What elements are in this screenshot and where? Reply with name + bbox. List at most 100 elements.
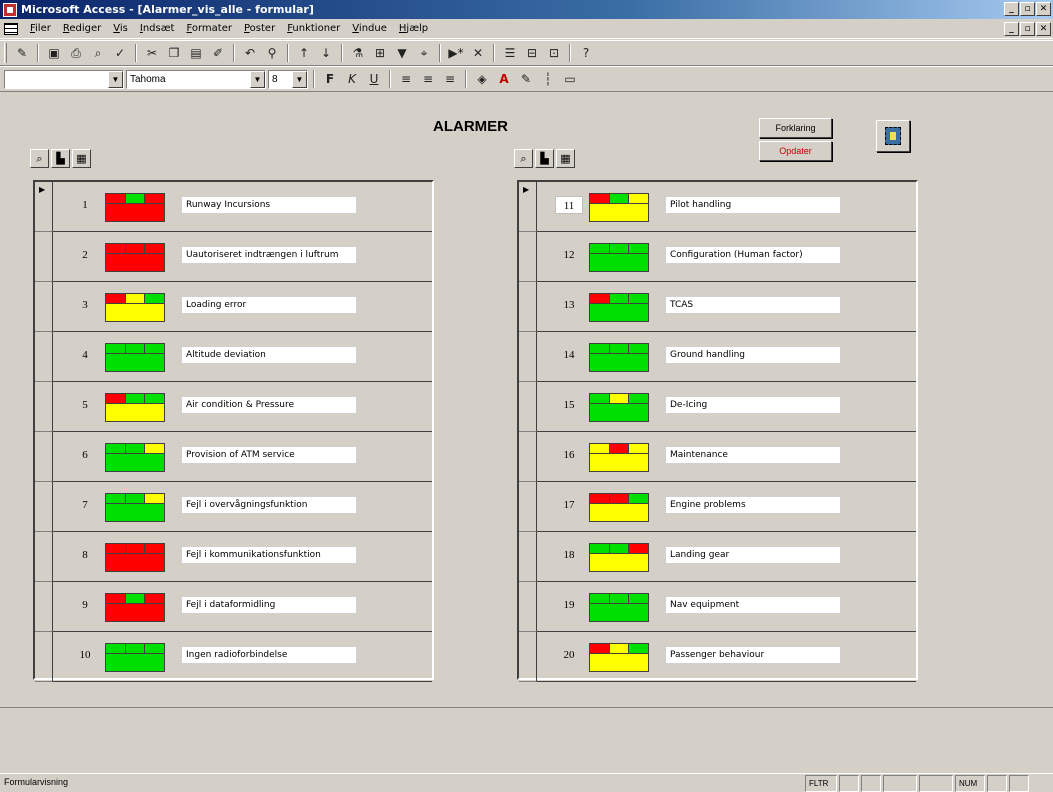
menu-filer[interactable]: Filer — [24, 23, 57, 34]
menu-hjaelp[interactable]: Hjælp — [393, 23, 434, 34]
record-selector[interactable] — [35, 482, 53, 532]
record-selector[interactable] — [35, 632, 53, 682]
chart-icon[interactable]: ▙ — [535, 149, 554, 168]
record-selector[interactable] — [519, 532, 537, 582]
alarm-label[interactable]: Altitude deviation — [181, 346, 357, 364]
table-icon[interactable]: ▦ — [72, 149, 91, 168]
object-combo[interactable]: ▼ — [4, 69, 124, 89]
alarm-row[interactable]: 11 Pilot handling — [519, 182, 916, 232]
search-icon[interactable]: ⌕ — [30, 149, 49, 168]
doc-minimize-button[interactable]: _ — [1004, 22, 1019, 36]
record-selector[interactable] — [35, 282, 53, 332]
alarm-label[interactable]: Fejl i overvågningsfunktion — [181, 496, 357, 514]
restore-button[interactable]: ▫ — [1020, 2, 1035, 16]
record-selector[interactable] — [35, 232, 53, 282]
sort-ascending-icon[interactable]: ↑ — [294, 43, 314, 63]
font-size-combo[interactable]: 8 ▼ — [268, 69, 308, 89]
help-icon[interactable]: ? — [576, 43, 596, 63]
exit-form-button[interactable] — [876, 120, 910, 152]
record-selector[interactable] — [519, 432, 537, 482]
alarm-row[interactable]: 12 Configuration (Human factor) — [519, 232, 916, 282]
alarm-row[interactable]: 5 Air condition & Pressure — [35, 382, 432, 432]
database-window-icon[interactable]: ⊟ — [522, 43, 542, 63]
hyperlink-icon[interactable]: ⚲ — [262, 43, 282, 63]
record-selector[interactable] — [519, 482, 537, 532]
fill-color-icon[interactable]: ◈ — [472, 69, 492, 89]
chart-icon[interactable]: ▙ — [51, 149, 70, 168]
copy-icon[interactable]: ❐ — [164, 43, 184, 63]
alarm-label[interactable]: Maintenance — [665, 446, 841, 464]
alarm-row[interactable]: 2 Uautoriseret indtrængen i luftrum — [35, 232, 432, 282]
alarm-row[interactable]: 16 Maintenance — [519, 432, 916, 482]
paste-icon[interactable]: ▤ — [186, 43, 206, 63]
underline-icon[interactable]: U — [364, 69, 384, 89]
record-selector[interactable] — [35, 582, 53, 632]
format-painter-icon[interactable]: ✐ — [208, 43, 228, 63]
search-icon[interactable]: ⌕ — [514, 149, 533, 168]
alarm-row[interactable]: 8 Fejl i kommunikationsfunktion — [35, 532, 432, 582]
alarm-row[interactable]: 1 Runway Incursions — [35, 182, 432, 232]
menu-formater[interactable]: Formater — [180, 23, 238, 34]
font-color-icon[interactable]: A — [494, 69, 514, 89]
line-width-icon[interactable]: ┆ — [538, 69, 558, 89]
record-selector[interactable] — [519, 332, 537, 382]
menu-funktioner[interactable]: Funktioner — [281, 23, 346, 34]
menu-poster[interactable]: Poster — [238, 23, 281, 34]
current-record-selector[interactable] — [519, 182, 537, 232]
doc-close-button[interactable]: ✕ — [1036, 22, 1051, 36]
record-selector[interactable] — [35, 432, 53, 482]
minimize-button[interactable]: _ — [1004, 2, 1019, 16]
menu-vis[interactable]: Vis — [107, 23, 134, 34]
alarm-label[interactable]: Runway Incursions — [181, 196, 357, 214]
bold-icon[interactable]: F — [320, 69, 340, 89]
find-icon[interactable]: ⌖ — [414, 43, 434, 63]
table-icon[interactable]: ▦ — [556, 149, 575, 168]
opdater-button[interactable]: Opdater — [759, 141, 832, 161]
alarm-label[interactable]: Uautoriseret indtrængen i luftrum — [181, 246, 357, 264]
alarm-label[interactable]: Air condition & Pressure — [181, 396, 357, 414]
align-center-icon[interactable]: ≡ — [418, 69, 438, 89]
alarm-label[interactable]: TCAS — [665, 296, 841, 314]
print-icon[interactable]: ⎙ — [66, 43, 86, 63]
align-left-icon[interactable]: ≡ — [396, 69, 416, 89]
properties-icon[interactable]: ☰ — [500, 43, 520, 63]
alarm-label[interactable]: Loading error — [181, 296, 357, 314]
align-right-icon[interactable]: ≡ — [440, 69, 460, 89]
menu-vindue[interactable]: Vindue — [346, 23, 393, 34]
alarm-label[interactable]: Landing gear — [665, 546, 841, 564]
alarm-row[interactable]: 3 Loading error — [35, 282, 432, 332]
alarm-row[interactable]: 17 Engine problems — [519, 482, 916, 532]
cut-icon[interactable]: ✂ — [142, 43, 162, 63]
alarm-row[interactable]: 19 Nav equipment — [519, 582, 916, 632]
chevron-down-icon[interactable]: ▼ — [292, 70, 307, 88]
record-selector[interactable] — [35, 332, 53, 382]
new-record-icon[interactable]: ▶* — [446, 43, 466, 63]
special-effect-icon[interactable]: ▭ — [560, 69, 580, 89]
alarm-label[interactable]: Ingen radioforbindelse — [181, 646, 357, 664]
undo-icon[interactable]: ↶ — [240, 43, 260, 63]
alarm-label[interactable]: Nav equipment — [665, 596, 841, 614]
alarm-label[interactable]: Fejl i dataformidling — [181, 596, 357, 614]
chevron-down-icon[interactable]: ▼ — [250, 70, 265, 88]
alarm-label[interactable]: Configuration (Human factor) — [665, 246, 841, 264]
alarm-subform-left[interactable]: 1 Runway Incursions 2 Uautoriseret indtræng… — [33, 180, 434, 682]
alarm-row[interactable]: 6 Provision of ATM service — [35, 432, 432, 482]
toolbar-grip[interactable] — [4, 43, 7, 63]
font-combo[interactable]: Tahoma ▼ — [126, 69, 266, 89]
alarm-row[interactable]: 15 De-Icing — [519, 382, 916, 432]
close-button[interactable]: ✕ — [1036, 2, 1051, 16]
current-record-selector[interactable] — [35, 182, 53, 232]
alarm-label[interactable]: Ground handling — [665, 346, 841, 364]
alarm-row[interactable]: 18 Landing gear — [519, 532, 916, 582]
forklaring-button[interactable]: Forklaring — [759, 118, 832, 138]
record-selector[interactable] — [519, 632, 537, 682]
record-selector[interactable] — [519, 382, 537, 432]
record-selector[interactable] — [519, 232, 537, 282]
doc-restore-button[interactable]: ▫ — [1020, 22, 1035, 36]
record-selector[interactable] — [519, 282, 537, 332]
form-window-icon[interactable] — [4, 22, 18, 35]
alarm-label[interactable]: Provision of ATM service — [181, 446, 357, 464]
save-icon[interactable]: ▣ — [44, 43, 64, 63]
chevron-down-icon[interactable]: ▼ — [108, 70, 123, 88]
spelling-icon[interactable]: ✓ — [110, 43, 130, 63]
